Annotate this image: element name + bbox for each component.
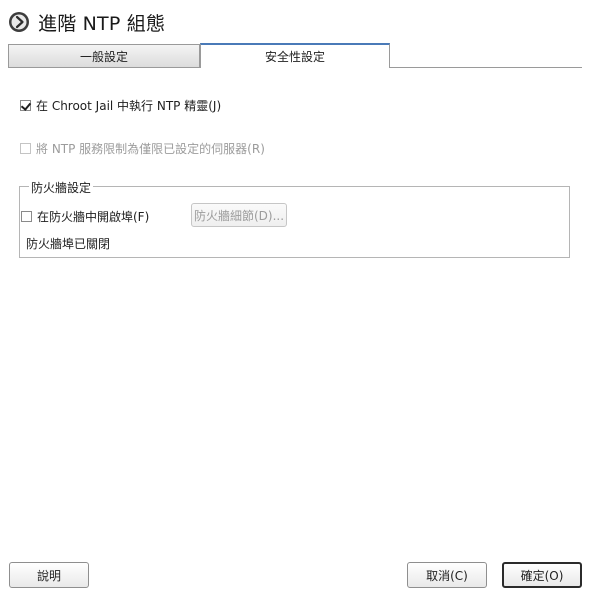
chroot-label: 在 Chroot Jail 中執行 NTP 精靈(J) xyxy=(36,99,222,113)
restrict-servers-option: 將 NTP 服務限制為僅限已設定的伺服器(R) xyxy=(20,140,265,157)
tab-bar: 一般設定 安全性設定 xyxy=(8,43,582,68)
chroot-option[interactable]: 在 Chroot Jail 中執行 NTP 精靈(J) xyxy=(20,97,221,114)
firewall-group-title: 防火牆設定 xyxy=(29,179,94,196)
open-port-option[interactable]: 在防火牆中開啟埠(F) xyxy=(21,208,149,225)
title-bar: 進階 NTP 組態 xyxy=(8,8,165,36)
restrict-servers-label: 將 NTP 服務限制為僅限已設定的伺服器(R) xyxy=(36,142,265,156)
advanced-ntp-dialog: 進階 NTP 組態 一般設定 安全性設定 在 Chroot Jail 中執行 N… xyxy=(0,0,592,599)
help-button[interactable]: 說明 xyxy=(9,562,89,588)
ok-button[interactable]: 確定(O) xyxy=(502,562,582,588)
firewall-settings-group: 防火牆設定 在防火牆中開啟埠(F) 防火牆細節(D)... 防火牆埠已關閉 xyxy=(19,179,570,258)
firewall-port-status: 防火牆埠已關閉 xyxy=(26,237,111,251)
firewall-details-button[interactable]: 防火牆細節(D)... xyxy=(191,203,287,227)
open-port-checkbox[interactable] xyxy=(21,211,32,222)
open-port-label: 在防火牆中開啟埠(F) xyxy=(37,210,150,224)
tab-security-settings[interactable]: 安全性設定 xyxy=(200,43,390,68)
page-title: 進階 NTP 組態 xyxy=(38,12,166,35)
yast-module-icon xyxy=(9,12,29,32)
cancel-button[interactable]: 取消(C) xyxy=(407,562,487,588)
chroot-checkbox[interactable] xyxy=(20,100,31,111)
tab-general-settings[interactable]: 一般設定 xyxy=(8,44,200,67)
restrict-servers-checkbox xyxy=(20,143,31,154)
